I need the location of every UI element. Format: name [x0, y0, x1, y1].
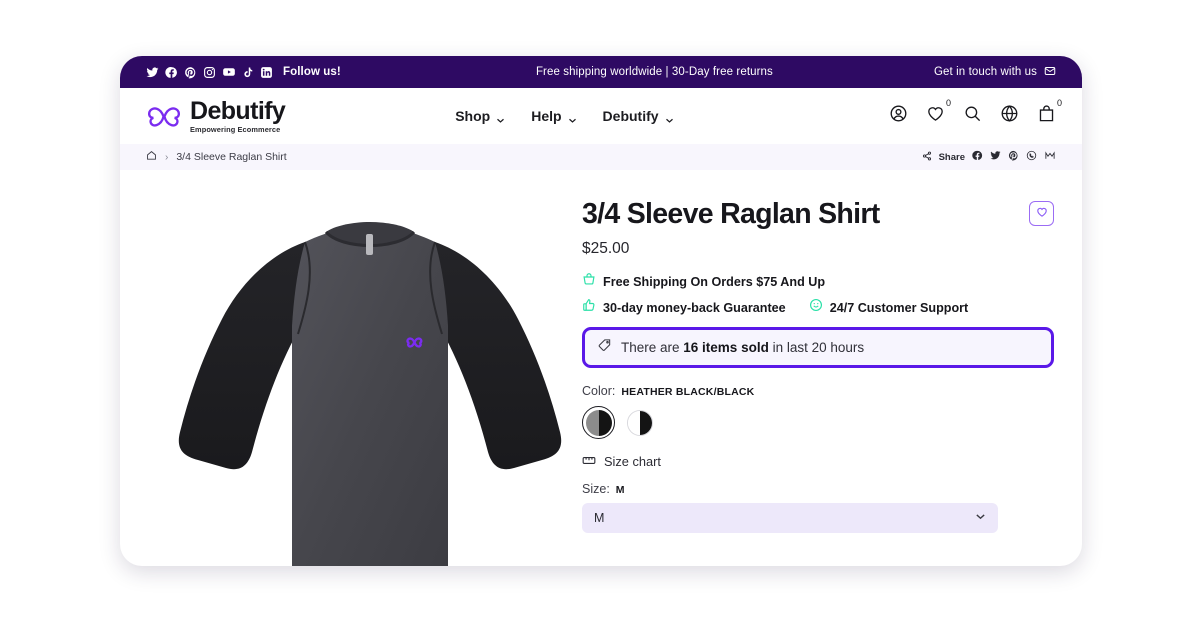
mail-icon[interactable] [1044, 150, 1056, 164]
facebook-icon[interactable] [972, 150, 983, 164]
envelope-icon [1044, 65, 1056, 80]
product-price: $25.00 [582, 240, 630, 257]
add-to-wishlist-button[interactable] [1029, 201, 1054, 226]
pinterest-icon[interactable] [184, 66, 197, 79]
heart-outline-icon [1036, 205, 1048, 223]
size-option-row: Size: M [582, 482, 1054, 496]
globe-language-icon[interactable] [1000, 104, 1019, 128]
swatch-right-half [639, 410, 652, 435]
color-selected-value: HEATHER BLACK/BLACK [621, 386, 755, 398]
main-nav: Shop Help Debutify [455, 108, 673, 124]
items-sold-count: 16 items sold [683, 340, 769, 355]
size-selected-value: M [615, 484, 625, 496]
search-icon[interactable] [963, 104, 982, 128]
trust-badge-guarantee-label: 30-day money-back Guarantee [603, 300, 786, 315]
tiktok-icon[interactable] [242, 66, 254, 79]
brand-text: Debutify Empowering Ecommerce [190, 96, 286, 134]
account-icon[interactable] [889, 104, 908, 128]
items-sold-suffix: in last 20 hours [768, 340, 865, 355]
home-icon[interactable] [146, 150, 157, 164]
nav-label-help: Help [531, 108, 562, 124]
basket-icon [582, 272, 596, 291]
instagram-icon[interactable] [203, 66, 216, 79]
trust-badge-shipping: Free Shipping On Orders $75 And Up [582, 272, 1054, 291]
product-gallery[interactable] [120, 170, 582, 566]
size-label: Size: [582, 482, 610, 496]
brand-logo[interactable]: Debutify Empowering Ecommerce [146, 96, 286, 134]
nav-item-debutify[interactable]: Debutify [603, 108, 674, 124]
youtube-icon[interactable] [222, 65, 236, 79]
swatch-right-half [598, 409, 612, 436]
product-details: 3/4 Sleeve Raglan Shirt $25.00 Free Ship… [582, 170, 1082, 566]
announcement-left: Follow us! [146, 65, 341, 79]
share-icon[interactable] [922, 151, 932, 164]
thumbs-up-icon [582, 298, 596, 317]
product-title-row: 3/4 Sleeve Raglan Shirt [582, 198, 1054, 231]
twitter-icon[interactable] [146, 66, 159, 79]
butterfly-logo-icon [146, 103, 182, 130]
color-swatches [582, 406, 1054, 439]
facebook-icon[interactable] [165, 66, 178, 79]
page-stage: Follow us! Free shipping worldwide | 30-… [0, 0, 1200, 628]
swatch-circle [585, 409, 612, 436]
trust-badges: Free Shipping On Orders $75 And Up 30-da… [582, 272, 1054, 317]
twitter-icon[interactable] [990, 150, 1001, 164]
ruler-icon [582, 454, 596, 469]
linkedin-icon[interactable] [260, 66, 273, 79]
color-swatch-heather-black-black[interactable] [582, 406, 615, 439]
wishlist-count: 0 [945, 98, 951, 108]
cart-bag-icon[interactable]: 0 [1037, 98, 1062, 128]
header-icon-group: 0 0 [889, 98, 1062, 128]
tag-icon [598, 338, 612, 357]
brand-name: Debutify [190, 96, 286, 125]
size-select-value: M [594, 511, 605, 525]
chevron-down-icon [496, 112, 505, 123]
announcement-message: Free shipping worldwide | 30-Day free re… [535, 66, 773, 78]
chevron-down-icon [568, 112, 577, 123]
swatch-left-half [585, 409, 599, 436]
swatch-circle [626, 409, 653, 436]
breadcrumb-bar: › 3/4 Sleeve Raglan Shirt Share [120, 144, 1082, 170]
color-label: Color: [582, 384, 616, 398]
breadcrumb: › 3/4 Sleeve Raglan Shirt [146, 150, 287, 164]
items-sold-notice: There are 16 items sold in last 20 hours [582, 327, 1054, 368]
color-option-row: Color: HEATHER BLACK/BLACK [582, 384, 1054, 398]
cart-count: 0 [1056, 98, 1062, 108]
announcement-bar: Follow us! Free shipping worldwide | 30-… [120, 56, 1082, 88]
breadcrumb-separator: › [165, 151, 169, 163]
chevron-down-icon [975, 511, 986, 525]
social-links[interactable] [146, 65, 273, 79]
get-in-touch-label: Get in touch with us [934, 66, 1037, 78]
whatsapp-icon[interactable] [1026, 150, 1037, 164]
follow-us-label: Follow us! [283, 66, 341, 78]
trust-badge-shipping-label: Free Shipping On Orders $75 And Up [603, 274, 826, 289]
color-swatch-white-black[interactable] [623, 406, 656, 439]
breadcrumb-current: 3/4 Sleeve Raglan Shirt [176, 151, 287, 163]
swatch-left-half [627, 410, 640, 435]
share-label: Share [938, 151, 965, 163]
chevron-down-icon [665, 112, 674, 123]
trust-badge-row-2: 30-day money-back Guarantee 24/7 Custome… [582, 298, 1054, 317]
get-in-touch-link[interactable]: Get in touch with us [934, 65, 1056, 80]
wishlist-heart-icon[interactable]: 0 [926, 98, 951, 128]
support-smile-icon [809, 298, 823, 317]
nav-item-help[interactable]: Help [531, 108, 576, 124]
trust-badge-support-label: 24/7 Customer Support [829, 300, 969, 315]
size-select[interactable]: M [582, 503, 998, 533]
nav-label-shop: Shop [455, 108, 491, 124]
pinterest-icon[interactable] [1008, 150, 1019, 164]
items-sold-prefix: There are [621, 340, 684, 355]
size-chart-link[interactable]: Size chart [582, 454, 1054, 469]
nav-label-debutify: Debutify [602, 108, 659, 124]
items-sold-text: There are 16 items sold in last 20 hours [621, 340, 864, 355]
share-row: Share [922, 150, 1056, 164]
site-header: Debutify Empowering Ecommerce Shop Help … [120, 88, 1082, 144]
page-title: 3/4 Sleeve Raglan Shirt [582, 198, 880, 230]
product-image[interactable] [130, 184, 610, 566]
storefront-card: Follow us! Free shipping worldwide | 30-… [120, 56, 1082, 566]
brand-tagline: Empowering Ecommerce [190, 124, 281, 134]
nav-item-shop[interactable]: Shop [455, 108, 505, 124]
product-section: 3/4 Sleeve Raglan Shirt $25.00 Free Ship… [120, 170, 1082, 566]
size-chart-label: Size chart [604, 454, 661, 469]
